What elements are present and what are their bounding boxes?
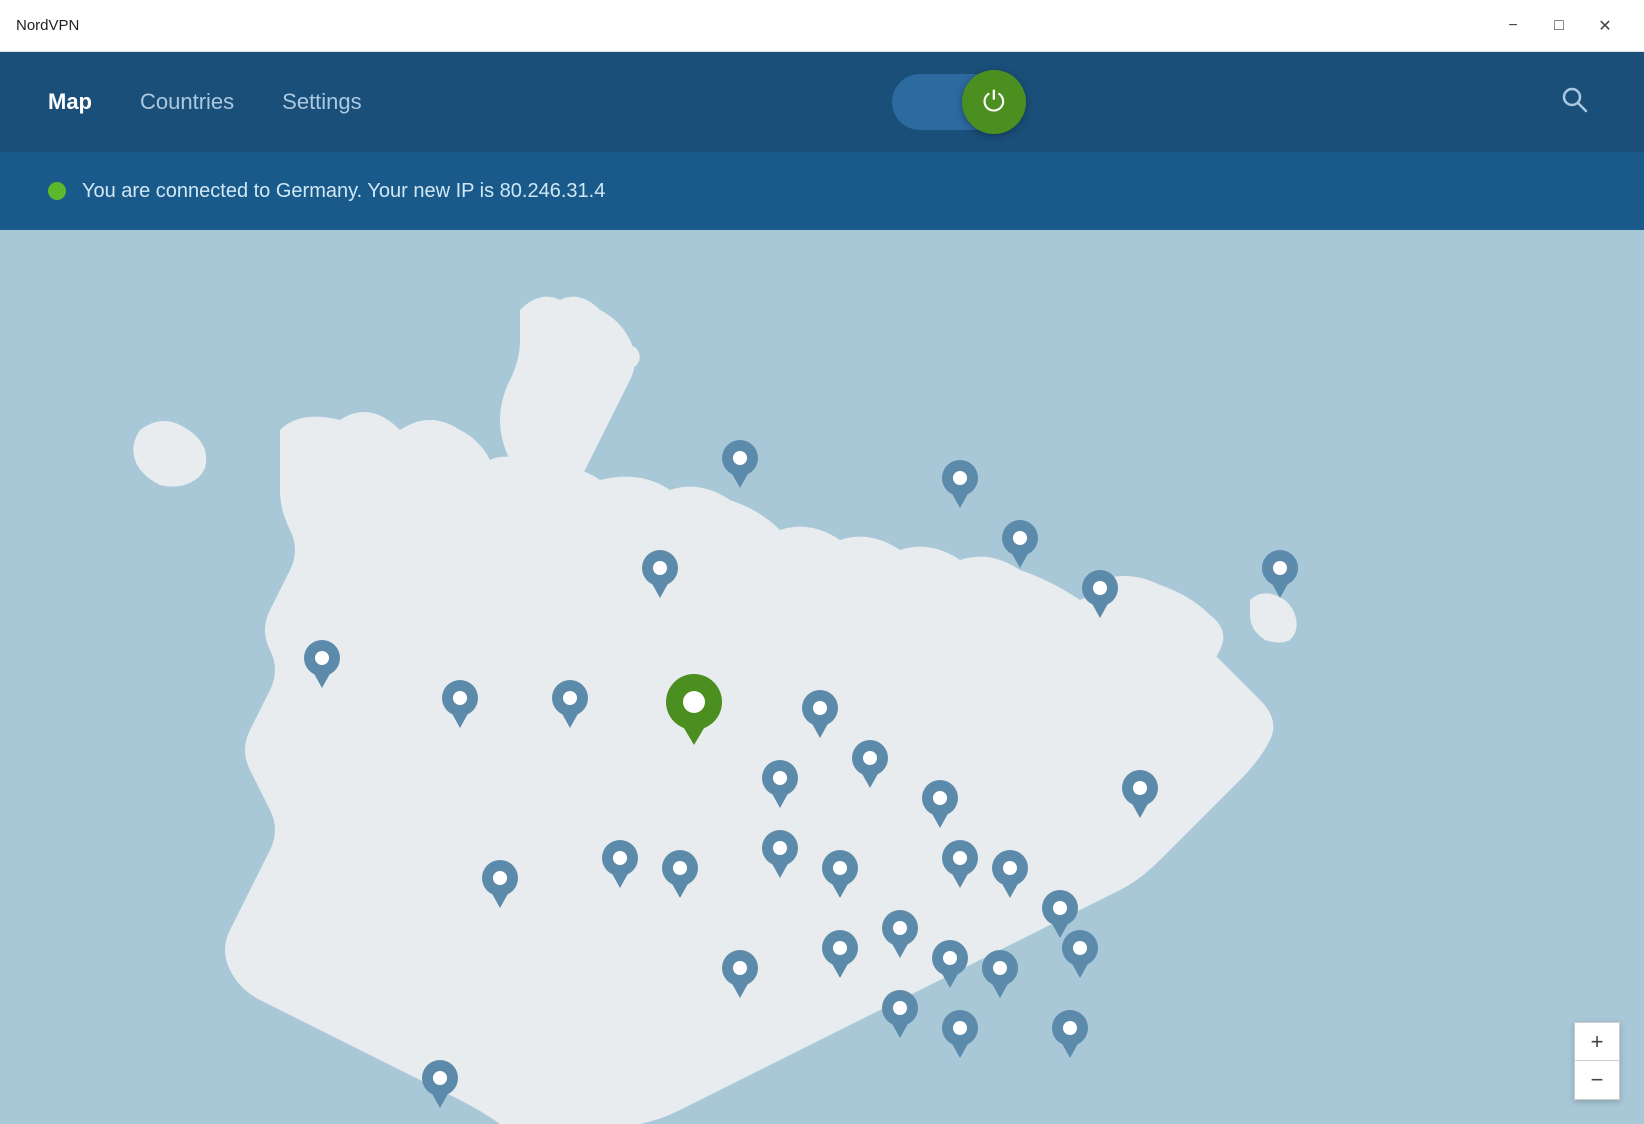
power-toggle[interactable]: ⏻ bbox=[892, 74, 1022, 130]
power-icon: ⏻ bbox=[983, 88, 1005, 116]
maximize-button[interactable]: □ bbox=[1536, 10, 1582, 42]
zoom-in-button[interactable]: + bbox=[1575, 1023, 1619, 1061]
map-svg bbox=[0, 230, 1644, 1124]
zoom-out-button[interactable]: − bbox=[1575, 1061, 1619, 1099]
nav-countries[interactable]: Countries bbox=[140, 89, 234, 115]
window-controls: − □ ✕ bbox=[1490, 10, 1628, 42]
search-icon bbox=[1560, 85, 1588, 113]
power-knob: ⏻ bbox=[962, 70, 1026, 134]
nav-bar: Map Countries Settings ⏻ bbox=[0, 52, 1644, 152]
search-button[interactable] bbox=[1552, 85, 1596, 120]
header: Map Countries Settings ⏻ You are connect… bbox=[0, 52, 1644, 230]
minimize-button[interactable]: − bbox=[1490, 10, 1536, 42]
connection-status-dot bbox=[48, 182, 66, 200]
app-title: NordVPN bbox=[16, 17, 79, 34]
connection-status-text: You are connected to Germany. Your new I… bbox=[82, 180, 605, 203]
map-area[interactable]: + − bbox=[0, 230, 1644, 1124]
zoom-controls: + − bbox=[1574, 1022, 1620, 1100]
power-toggle-area: ⏻ bbox=[892, 74, 1022, 130]
close-button[interactable]: ✕ bbox=[1582, 10, 1628, 42]
status-bar: You are connected to Germany. Your new I… bbox=[0, 152, 1644, 230]
titlebar: NordVPN − □ ✕ bbox=[0, 0, 1644, 52]
nav-map[interactable]: Map bbox=[48, 89, 92, 115]
nav-settings[interactable]: Settings bbox=[282, 89, 362, 115]
